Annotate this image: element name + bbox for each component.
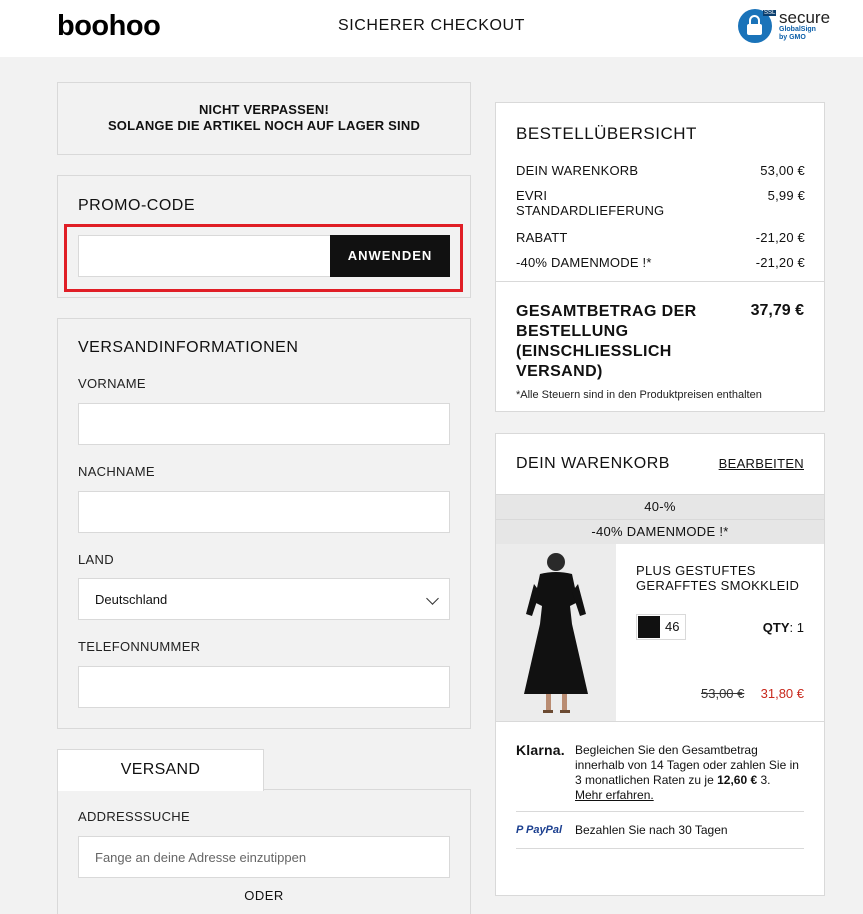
- phone-field[interactable]: [78, 666, 450, 708]
- product-name[interactable]: PLUS GESTUFTES GERAFFTES SMOKKLEID: [636, 563, 816, 593]
- size-swatch: 46: [636, 614, 686, 640]
- divider: [516, 811, 804, 812]
- divider: [496, 281, 824, 282]
- or-divider: ODER: [244, 888, 284, 903]
- promo-band: 40-%: [496, 494, 824, 519]
- page-title: SICHERER CHECKOUT: [337, 17, 526, 34]
- chevron-down-icon: [426, 592, 439, 605]
- first-name-field[interactable]: [78, 403, 450, 445]
- secure-word: secure: [779, 8, 831, 27]
- stock-notice: NICHT VERPASSEN! SOLANGE DIE ARTIKEL NOC…: [57, 82, 471, 155]
- first-name-label: VORNAME: [78, 376, 146, 391]
- country-label: LAND: [78, 552, 114, 567]
- summary-title: BESTELLÜBERSICHT: [516, 124, 697, 143]
- shipping-title: VERSANDINFORMATIONEN: [78, 339, 299, 356]
- cart-section: DEIN WARENKORB BEARBEITEN 40-% -40% DAME…: [495, 433, 825, 896]
- tax-note: *Alle Steuern sind in den Produktpreisen…: [516, 389, 762, 401]
- notice-line2: SOLANGE DIE ARTIKEL NOCH AUF LAGER SIND: [107, 118, 421, 133]
- header: boohoo SICHERER CHECKOUT SSL secure Glob…: [0, 0, 863, 57]
- promo-title: PROMO-CODE: [78, 197, 195, 214]
- secure-badge: SSL secure GlobalSign by GMO: [737, 8, 832, 44]
- last-name-field[interactable]: [78, 491, 450, 533]
- address-search-label: ADDRESSSUCHE: [78, 809, 190, 824]
- klarna-text: Begleichen Sie den Gesamtbetrag innerhal…: [575, 743, 799, 802]
- edit-cart-link[interactable]: BEARBEITEN: [719, 456, 804, 471]
- cart-title: DEIN WARENKORB: [516, 455, 670, 472]
- address-search-input[interactable]: Fange an deine Adresse einzutippen: [78, 836, 450, 878]
- total-label: GESAMTBETRAG DER BESTELLUNG (EINSCHLIESS…: [516, 303, 697, 380]
- old-price: 53,00 €: [701, 686, 745, 701]
- promo-band: -40% DAMENMODE !*: [496, 519, 824, 544]
- color-swatch-icon: [638, 616, 660, 638]
- address-placeholder: Fange an deine Adresse einzutippen: [95, 849, 307, 865]
- tab-versand[interactable]: VERSAND: [57, 749, 264, 791]
- last-name-label: NACHNAME: [78, 464, 155, 479]
- phone-label: TELEFONNUMMER: [78, 639, 201, 654]
- promo-code-input[interactable]: [78, 235, 331, 277]
- product-image[interactable]: [496, 544, 616, 722]
- size-value: 46: [665, 619, 680, 634]
- notice-line1: NICHT VERPASSEN!: [198, 102, 330, 117]
- klarna-more-link[interactable]: Mehr erfahren.: [575, 788, 654, 802]
- country-value: Deutschland: [95, 591, 168, 607]
- quantity: QTY: 1: [762, 620, 804, 635]
- divider: [516, 848, 804, 849]
- order-summary: BESTELLÜBERSICHT DEIN WARENKORB 53,00 € E…: [495, 102, 825, 412]
- paypal-logo: P PayPal: [516, 824, 563, 836]
- divider: [496, 721, 824, 722]
- klarna-logo: Klarna.: [516, 742, 565, 758]
- apply-promo-button[interactable]: ANWENDEN: [330, 235, 450, 277]
- total-value: 37,79 €: [750, 302, 804, 319]
- sale-price: 31,80 €: [760, 686, 804, 701]
- ssl-label: SSL: [763, 10, 777, 16]
- globalsign-label: GlobalSign by GMO: [779, 26, 816, 41]
- country-select[interactable]: Deutschland: [78, 578, 450, 620]
- paypal-text: Bezahlen Sie nach 30 Tagen: [575, 823, 728, 837]
